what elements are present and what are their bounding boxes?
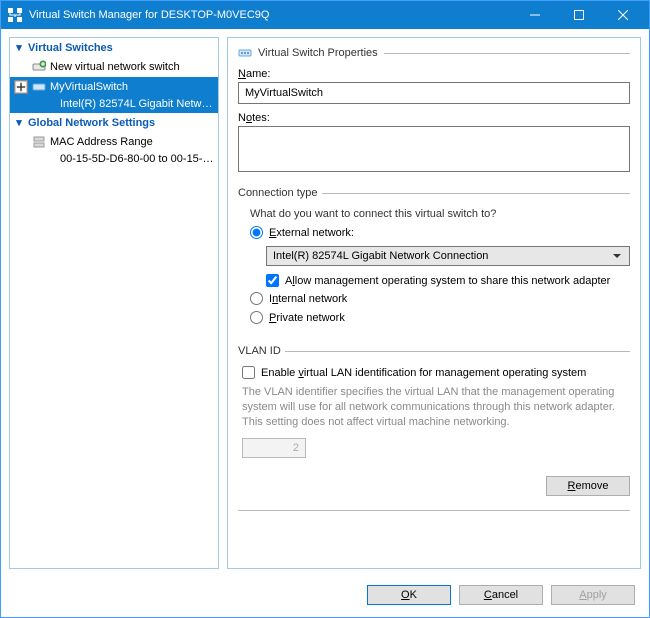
- connection-type-legend: Connection type: [238, 187, 322, 199]
- titlebar[interactable]: Virtual Switch Manager for DESKTOP-M0VEC…: [1, 1, 649, 29]
- chevron-down-icon: ▾: [14, 116, 24, 129]
- connection-prompt: What do you want to connect this virtual…: [238, 205, 630, 223]
- external-network-radio[interactable]: External network:: [250, 226, 354, 239]
- remove-row: Remove: [238, 476, 630, 496]
- content-area: ▾ Virtual Switches New virtual network s…: [1, 29, 649, 577]
- private-radio-input[interactable]: [250, 311, 263, 324]
- window-title: Virtual Switch Manager for DESKTOP-M0VEC…: [29, 9, 513, 21]
- internal-radio-input[interactable]: [250, 292, 263, 305]
- dropdown-value: Intel(R) 82574L Gigabit Network Connecti…: [273, 250, 488, 262]
- remove-button[interactable]: Remove: [546, 476, 630, 496]
- vlan-enable-input[interactable]: [242, 366, 255, 379]
- private-network-radio[interactable]: Private network: [250, 311, 345, 324]
- panel-heading-row: Virtual Switch Properties: [238, 46, 630, 60]
- new-switch-icon: [32, 60, 46, 74]
- notes-textarea[interactable]: [238, 126, 630, 172]
- internal-network-radio[interactable]: Internal network: [250, 292, 347, 305]
- sidebar-item-label: New virtual network switch: [50, 61, 180, 73]
- expand-icon[interactable]: [14, 80, 28, 94]
- dialog-window: Virtual Switch Manager for DESKTOP-M0VEC…: [0, 0, 650, 618]
- sidebar-item-label: MyVirtualSwitch: [50, 81, 128, 93]
- switch-icon: [32, 80, 46, 94]
- divider: [238, 510, 630, 511]
- external-adapter-dropdown[interactable]: Intel(R) 82574L Gigabit Network Connecti…: [266, 246, 630, 266]
- properties-panel: Virtual Switch Properties Name: Notes: C…: [227, 37, 641, 569]
- sidebar-item-adapter[interactable]: Intel(R) 82574L Gigabit Network C...: [10, 97, 218, 113]
- cancel-button[interactable]: Cancel: [459, 585, 543, 605]
- radio-label: Private network: [269, 312, 345, 324]
- dialog-footer: OK Cancel Apply: [1, 577, 649, 617]
- window-buttons: [513, 1, 645, 29]
- vlan-id-input: [242, 438, 306, 458]
- divider: [384, 53, 630, 54]
- apply-button[interactable]: Apply: [551, 585, 635, 605]
- sidebar-item-sublabel: Intel(R) 82574L Gigabit Network C...: [60, 98, 218, 110]
- maximize-button[interactable]: [557, 1, 601, 29]
- close-button[interactable]: [601, 1, 645, 29]
- sidebar-item-mac-value[interactable]: 00-15-5D-D6-80-00 to 00-15-5D-D...: [10, 152, 218, 168]
- vlan-legend: VLAN ID: [238, 345, 285, 357]
- sidebar-item-sublabel: 00-15-5D-D6-80-00 to 00-15-5D-D...: [60, 153, 218, 165]
- panel-title: Virtual Switch Properties: [258, 47, 378, 59]
- minimize-button[interactable]: [513, 1, 557, 29]
- chevron-down-icon: ▾: [14, 41, 24, 54]
- mac-range-icon: [32, 135, 46, 149]
- allow-mgmt-checkbox[interactable]: Allow management operating system to sha…: [266, 274, 630, 287]
- external-network-row: External network:: [238, 223, 630, 242]
- section-global-settings[interactable]: ▾ Global Network Settings: [10, 113, 218, 132]
- checkbox-label: Enable virtual LAN identification for ma…: [261, 367, 586, 379]
- section-label: Virtual Switches: [28, 42, 113, 54]
- radio-label: Internal network: [269, 293, 347, 305]
- name-input[interactable]: [238, 82, 630, 104]
- private-network-row: Private network: [238, 308, 630, 327]
- notes-label: Notes:: [238, 112, 630, 124]
- app-icon: [7, 7, 23, 23]
- sidebar-item-mac-range[interactable]: MAC Address Range: [10, 132, 218, 152]
- vlan-enable-checkbox[interactable]: Enable virtual LAN identification for ma…: [242, 366, 630, 379]
- switch-icon: [238, 46, 252, 60]
- sidebar-item-label: MAC Address Range: [50, 136, 153, 148]
- allow-mgmt-row: Allow management operating system to sha…: [266, 272, 630, 289]
- sidebar: ▾ Virtual Switches New virtual network s…: [9, 37, 219, 569]
- connection-type-group: Connection type What do you want to conn…: [238, 187, 630, 333]
- sidebar-item-myvirtualswitch[interactable]: MyVirtualSwitch: [10, 77, 218, 97]
- checkbox-label: Allow management operating system to sha…: [285, 275, 610, 287]
- section-virtual-switches[interactable]: ▾ Virtual Switches: [10, 38, 218, 57]
- ok-button[interactable]: OK: [367, 585, 451, 605]
- sidebar-item-new-switch[interactable]: New virtual network switch: [10, 57, 218, 77]
- name-label: Name:: [238, 68, 630, 80]
- external-radio-input[interactable]: [250, 226, 263, 239]
- radio-label: External network:: [269, 227, 354, 239]
- vlan-group: VLAN ID Enable virtual LAN identificatio…: [238, 345, 630, 464]
- vlan-description: The VLAN identifier specifies the virtua…: [242, 385, 626, 430]
- allow-mgmt-input[interactable]: [266, 274, 279, 287]
- internal-network-row: Internal network: [238, 289, 630, 308]
- section-label: Global Network Settings: [28, 117, 155, 129]
